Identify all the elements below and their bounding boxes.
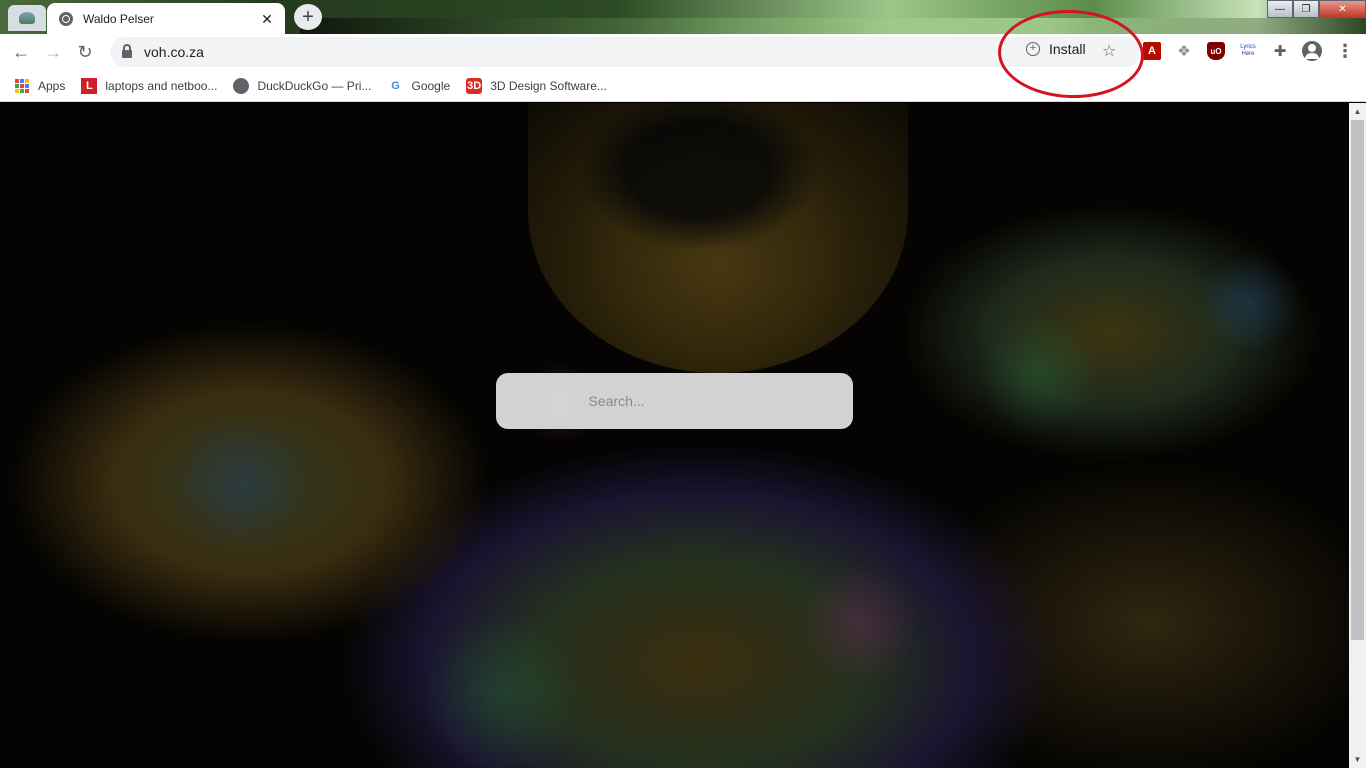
active-tab[interactable]: Waldo Pelser ✕ <box>47 3 285 34</box>
ublock-extension-icon[interactable]: uO <box>1207 42 1225 60</box>
scrollbar-thumb[interactable] <box>1351 120 1364 640</box>
bookmark-apps[interactable]: Apps <box>14 78 65 94</box>
lyrics-line-2: Here <box>1241 51 1255 57</box>
tab-close-icon[interactable]: ✕ <box>259 11 275 27</box>
google-g-icon: G <box>391 79 400 92</box>
dropbox-extension-icon[interactable]: ❖ <box>1175 42 1193 60</box>
bookmark-label: Apps <box>38 78 66 93</box>
maximize-button[interactable]: ❐ <box>1293 0 1319 18</box>
l-logo-icon: L <box>81 77 98 94</box>
pdf-extension-icon[interactable]: A <box>1143 42 1161 60</box>
toolbar: ← → ↻ voh.co.za <box>0 34 1366 70</box>
back-button[interactable]: ← <box>8 39 34 65</box>
bookmark-star-icon[interactable]: ☆ <box>1102 41 1116 61</box>
install-app-button[interactable]: + Install <box>1026 41 1086 57</box>
search-input[interactable] <box>524 393 825 409</box>
bookmark-3d-design[interactable]: 3D 3D Design Software... <box>466 77 607 94</box>
minimize-button[interactable]: — <box>1267 0 1293 18</box>
app-logo-icon <box>19 12 35 24</box>
window-controls: — ❐ ✕ <box>1267 0 1366 18</box>
browser-menu-icon[interactable]: ⋮ <box>1336 41 1354 61</box>
tab-title: Waldo Pelser <box>83 11 154 26</box>
search-box[interactable] <box>496 373 853 429</box>
bookmark-duckduckgo[interactable]: DuckDuckGo — Pri... <box>233 77 372 94</box>
lyrics-line-1: Lyrics <box>1240 44 1256 50</box>
scroll-up-arrow-icon[interactable]: ▲ <box>1349 103 1366 120</box>
page-content <box>0 103 1349 768</box>
bookmark-label: Google <box>411 78 451 93</box>
profile-avatar-icon[interactable] <box>1302 41 1322 61</box>
extensions-puzzle-icon[interactable]: ✚ <box>1271 42 1289 60</box>
url-text[interactable]: voh.co.za <box>144 44 204 60</box>
scroll-down-arrow-icon[interactable]: ▼ <box>1349 751 1366 768</box>
install-label: Install <box>1049 41 1086 57</box>
lyrics-extension-icon[interactable]: Lyrics Here <box>1236 42 1260 60</box>
bookmark-label: laptops and netboo... <box>105 78 218 93</box>
install-plus-icon: + <box>1026 42 1040 56</box>
apps-grid-icon <box>14 78 30 94</box>
globe-icon <box>233 77 250 94</box>
lock-icon[interactable] <box>122 44 132 58</box>
bookmark-laptops[interactable]: L laptops and netboo... <box>81 77 218 94</box>
globe-icon <box>59 11 73 26</box>
bookmarks-bar: Apps L laptops and netboo... DuckDuckGo … <box>0 70 1366 102</box>
pinned-app-tab[interactable] <box>8 5 46 31</box>
address-bar[interactable]: voh.co.za <box>110 37 1140 67</box>
tab-strip: Waldo Pelser ✕ + — ❐ ✕ <box>0 0 1366 34</box>
forward-button[interactable]: → <box>40 39 66 65</box>
new-tab-button[interactable]: + <box>294 4 322 30</box>
bookmark-label: DuckDuckGo — Pri... <box>257 78 372 93</box>
3d-design-icon: 3D <box>466 77 483 94</box>
bookmark-google[interactable]: G Google <box>387 78 450 94</box>
window-close-button[interactable]: ✕ <box>1319 0 1366 18</box>
vertical-scrollbar[interactable]: ▲ ▼ <box>1349 103 1366 768</box>
reload-button[interactable]: ↻ <box>72 39 98 65</box>
bookmark-label: 3D Design Software... <box>490 78 607 93</box>
